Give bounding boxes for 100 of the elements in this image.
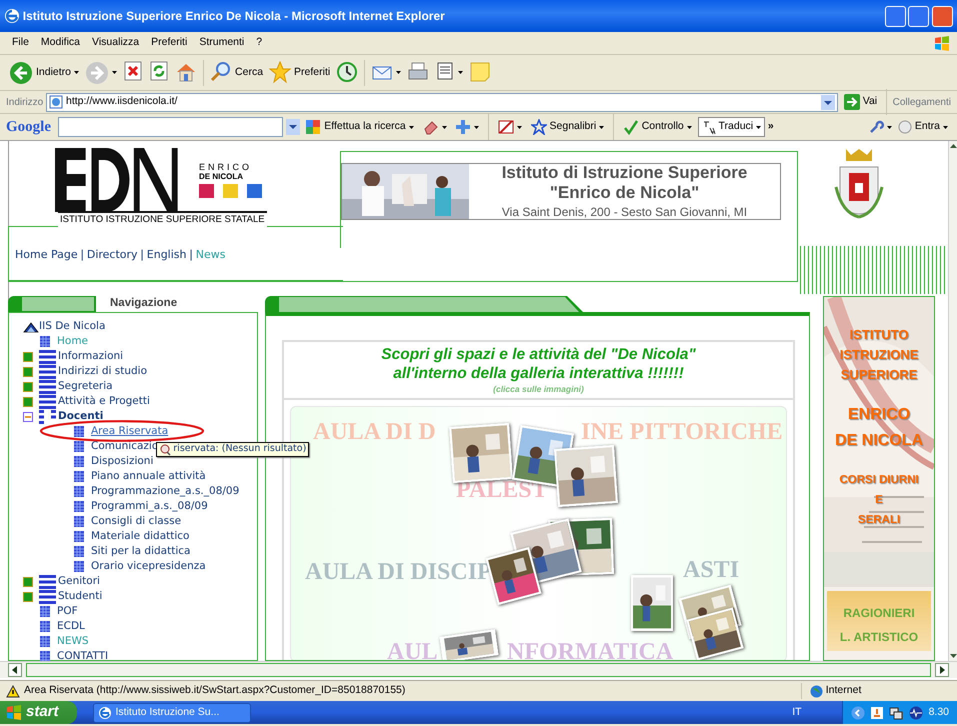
network-icon[interactable]	[888, 706, 903, 720]
close-button[interactable]	[932, 6, 953, 26]
expand-icon[interactable]	[23, 592, 33, 602]
warning-icon	[6, 684, 20, 698]
taskbar-button[interactable]: Istituto Istruzione Su...	[92, 702, 251, 722]
caret-icon[interactable]	[599, 126, 604, 128]
translate-button[interactable]: Traduci	[698, 117, 766, 137]
expand-icon[interactable]	[23, 382, 33, 392]
tree-item[interactable]: Disposizioni	[91, 454, 154, 470]
menu-item[interactable]: File	[6, 35, 35, 51]
links-label[interactable]: Collegamenti	[892, 94, 951, 110]
ie-icon	[98, 706, 112, 720]
banner-title: "Enrico de Nicola"	[550, 182, 700, 202]
banner-title: Istituto di Istruzione Superiore	[502, 162, 748, 182]
caret-icon[interactable]	[516, 126, 522, 128]
tree-item[interactable]: Consigli di classe	[91, 514, 182, 530]
menu-item[interactable]: Strumenti	[193, 35, 250, 51]
panel-title: Navigazione	[110, 296, 178, 312]
collapse-icon[interactable]	[23, 412, 33, 422]
start-button[interactable]: start	[0, 701, 77, 724]
tree-item[interactable]: Comunicazio	[91, 438, 158, 454]
tree-item[interactable]: Studenti	[58, 588, 102, 604]
tree-item[interactable]: Docenti	[58, 408, 104, 424]
windows-flag-icon	[6, 705, 22, 720]
eraser-icon	[422, 119, 439, 135]
go-button[interactable]: Vai	[840, 92, 880, 112]
vertical-scrollbar[interactable]	[948, 141, 957, 661]
maximize-button[interactable]	[908, 6, 930, 26]
link-separator: |	[140, 247, 144, 263]
banner-text: SUPERIORE	[840, 366, 918, 384]
expand-icon[interactable]	[23, 352, 33, 362]
tree-item[interactable]: Segreteria	[58, 378, 113, 394]
toolbar-button[interactable]: Effettua la ricerca	[302, 116, 417, 138]
dropdown-icon[interactable]	[286, 119, 300, 135]
note-icon	[469, 60, 492, 84]
tree-item[interactable]: ECDL	[57, 618, 85, 634]
windows-flag-icon	[933, 35, 951, 51]
gallery-caption: AULA DI D	[313, 419, 436, 445]
tree-item[interactable]: CONTATTI	[57, 648, 108, 661]
page-icon	[39, 635, 51, 648]
expand-icon[interactable]	[23, 366, 33, 376]
gallery-caption: INE PITTORICHE	[581, 419, 783, 445]
address-field[interactable]: http://www.iisdenicola.it/	[46, 92, 838, 112]
expand-icon[interactable]	[23, 576, 33, 586]
tree-root[interactable]: IIS De Nicola	[39, 318, 106, 334]
audio-icon[interactable]	[908, 706, 924, 720]
caret-icon[interactable]	[442, 126, 447, 128]
caret-icon[interactable]	[408, 126, 414, 128]
nav-link[interactable]: Directory	[86, 247, 138, 264]
nav-link[interactable]: Home Page	[15, 247, 78, 264]
dropdown-icon[interactable]	[820, 94, 835, 110]
menu-item[interactable]: ?	[250, 35, 268, 51]
toolbar-button[interactable]: Indietro	[6, 58, 82, 88]
caret-icon[interactable]	[756, 126, 762, 128]
wrench-icon[interactable]	[868, 119, 884, 135]
tree-item[interactable]: Programmi_a.s._08/09	[91, 498, 208, 514]
translate-icon	[702, 119, 716, 135]
caret-icon[interactable]	[74, 71, 80, 74]
ie-icon	[4, 8, 20, 24]
java-icon[interactable]	[870, 706, 884, 720]
tree-item[interactable]: Programmazione_a.s._08/09	[91, 484, 240, 500]
menu-item[interactable]: Preferiti	[145, 35, 194, 51]
menu-item[interactable]: Visualizza	[86, 35, 146, 51]
scroll-right-icon[interactable]	[935, 663, 949, 677]
tree-item[interactable]: Materiale didattico	[91, 528, 190, 544]
expand-icon[interactable]	[23, 396, 33, 406]
horizontal-scrollbar[interactable]	[0, 661, 957, 678]
toolbar-button[interactable]: Segnalibri	[528, 116, 608, 138]
page-icon	[73, 545, 85, 558]
chevron-icon[interactable]	[850, 706, 865, 720]
scroll-left-icon[interactable]	[8, 663, 22, 677]
star-icon	[269, 60, 292, 84]
toolbar-button[interactable]: Controllo	[620, 116, 695, 138]
search-field[interactable]	[58, 117, 283, 137]
toolbar-button[interactable]: Cerca	[207, 58, 266, 88]
minimize-button[interactable]	[884, 6, 906, 26]
caret-icon[interactable]	[474, 126, 480, 128]
tree-item[interactable]: Indirizzi di studio	[58, 364, 148, 380]
caret-icon[interactable]	[887, 126, 892, 128]
menu-item[interactable]: Modifica	[34, 35, 86, 51]
caret-icon[interactable]	[458, 71, 464, 74]
caret-icon[interactable]	[943, 126, 948, 128]
star-outline-icon	[530, 119, 547, 135]
tree-item[interactable]: Attività e Progetti	[58, 394, 150, 410]
status-text: Area Riservata (http://www.sissiweb.it/SwStart.aspx?Customer_ID=85018870155)	[24, 683, 406, 698]
tree-item[interactable]: Siti per la didattica	[91, 544, 190, 560]
banner-text: CORSI DIURNI	[838, 473, 920, 488]
tree-item[interactable]: Genitori	[58, 574, 100, 590]
tree-item[interactable]: Informazioni	[58, 348, 124, 364]
more-chevron[interactable]: »	[768, 119, 774, 135]
tree-item[interactable]: Orario vicepresidenza	[91, 558, 206, 574]
caret-icon[interactable]	[686, 126, 692, 128]
tree-item[interactable]: Piano annuale attività	[91, 468, 206, 484]
nav-link[interactable]: English	[146, 247, 186, 264]
caret-icon[interactable]	[396, 71, 402, 74]
caret-icon[interactable]	[112, 71, 118, 74]
tree-item[interactable]: POF	[57, 604, 78, 620]
toolbar-button[interactable]: Preferiti	[266, 58, 334, 88]
language-indicator[interactable]: IT	[792, 704, 802, 720]
sign-in-button[interactable]: Entra	[894, 116, 951, 138]
